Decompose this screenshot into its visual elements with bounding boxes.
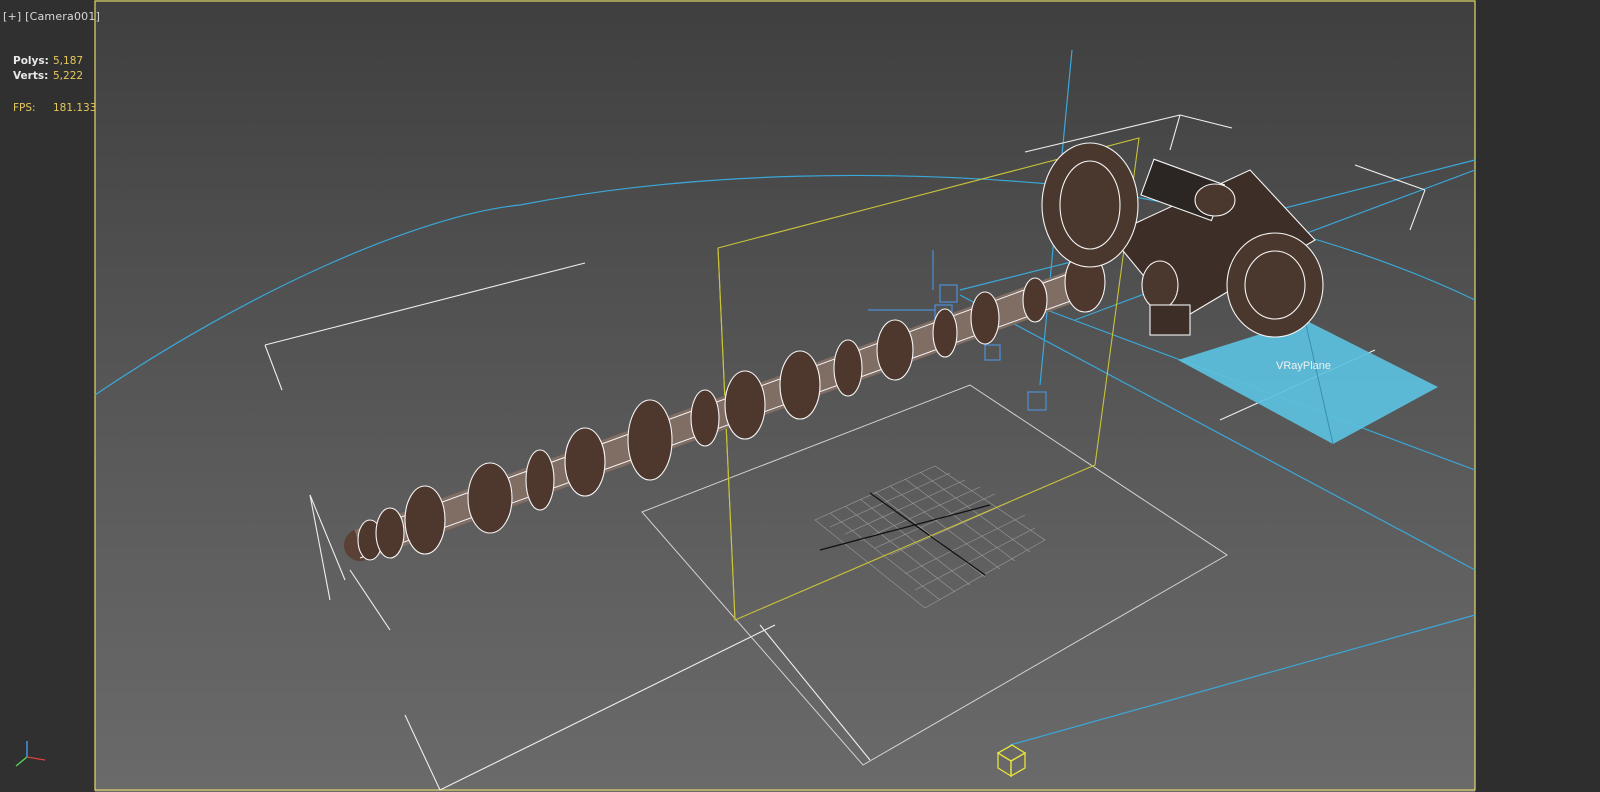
fps-value: 181.133: [53, 102, 97, 114]
home-grid: [814, 465, 1046, 609]
vray-plane-label: VRayPlane: [1276, 360, 1332, 372]
camshaft-model[interactable]: [344, 251, 1106, 561]
camera-target[interactable]: [996, 744, 1027, 778]
polys-value: 5,187: [53, 55, 84, 67]
scene-canvas[interactable]: [0, 0, 1600, 792]
camera-viewport[interactable]: [+] [Camera001] Polys: 5,187 Verts: 5,222 …: [0, 0, 1600, 792]
fps-stat: FPS: 181.133: [13, 102, 96, 114]
polys-label: Polys:: [13, 55, 49, 67]
verts-label: Verts:: [13, 70, 49, 82]
viewport-label[interactable]: [+] [Camera001]: [3, 10, 100, 23]
viewport-menu-button[interactable]: [+]: [3, 10, 21, 23]
vray-plane[interactable]: [1178, 320, 1438, 444]
polys-stat: Polys: 5,187: [13, 55, 83, 67]
verts-stat: Verts: 5,222: [13, 70, 83, 82]
ground-plane[interactable]: [641, 384, 1228, 766]
axis-tripod: [15, 741, 46, 767]
verts-value: 5,222: [53, 70, 84, 82]
camera-menu-button[interactable]: [Camera001]: [25, 10, 100, 23]
fps-label: FPS:: [13, 102, 36, 114]
